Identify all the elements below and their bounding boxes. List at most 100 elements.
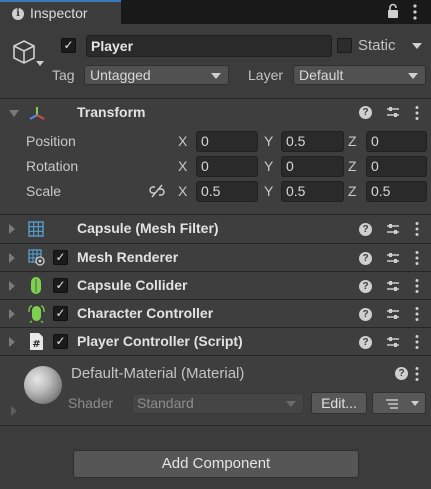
foldout-arrow-icon[interactable] <box>9 110 19 117</box>
component-mesh-renderer[interactable]: ✓ Mesh Renderer ? <box>0 243 431 271</box>
component-enabled-checkbox[interactable]: ✓ <box>53 306 68 321</box>
component-menu-icon[interactable] <box>414 105 420 121</box>
axis-z-label: Z <box>348 158 357 174</box>
component-title: Capsule Collider <box>77 277 188 293</box>
shader-value: Standard <box>137 395 194 411</box>
mesh-filter-grid-icon <box>28 221 44 237</box>
help-icon[interactable]: ? <box>359 336 372 349</box>
add-component-button[interactable]: Add Component <box>73 450 359 478</box>
component-character-controller[interactable]: ✓ Character Controller ? <box>0 299 431 327</box>
component-enabled-checkbox[interactable]: ✓ <box>53 334 68 349</box>
component-menu-icon[interactable] <box>414 221 420 237</box>
info-icon: i <box>12 8 24 20</box>
unlinked-chain-icon[interactable] <box>149 184 165 198</box>
layer-dropdown[interactable]: Default <box>293 65 426 85</box>
axis-z-label: Z <box>348 183 357 199</box>
position-label: Position <box>26 133 76 149</box>
rotation-z-field[interactable]: 0 <box>366 156 427 177</box>
mesh-renderer-icon <box>28 249 45 266</box>
material-section: Default-Material (Material) ? Shader Sta… <box>0 355 431 425</box>
component-menu-icon[interactable] <box>414 278 420 294</box>
help-icon[interactable]: ? <box>359 106 372 119</box>
edit-shader-button[interactable]: Edit... <box>311 392 367 414</box>
tag-label: Tag <box>52 67 75 83</box>
help-icon[interactable]: ? <box>359 280 372 293</box>
axis-x-label: X <box>178 133 188 149</box>
chevron-down-icon <box>411 401 419 406</box>
component-capsule-collider[interactable]: ✓ Capsule Collider ? <box>0 271 431 299</box>
component-menu-icon[interactable] <box>414 306 420 322</box>
foldout-arrow-icon[interactable] <box>9 281 15 291</box>
layer-value: Default <box>299 67 344 83</box>
presets-icon[interactable] <box>386 222 400 236</box>
axis-x-label: X <box>178 183 188 199</box>
axis-y-label: Y <box>264 133 274 149</box>
rotation-label: Rotation <box>26 158 79 174</box>
static-label: Static <box>358 37 396 54</box>
position-z-field[interactable]: 0 <box>366 131 427 152</box>
presets-icon[interactable] <box>386 307 400 321</box>
svg-text:#: # <box>32 339 40 350</box>
foldout-arrow-icon[interactable] <box>11 406 17 416</box>
tab-title: Inspector <box>30 5 88 21</box>
help-icon[interactable]: ? <box>395 367 408 380</box>
static-dropdown-arrow-icon[interactable] <box>412 43 422 49</box>
foldout-arrow-icon[interactable] <box>9 309 15 319</box>
active-checkbox[interactable]: ✓ <box>61 38 76 53</box>
component-title: Capsule (Mesh Filter) <box>77 220 219 236</box>
help-icon[interactable]: ? <box>359 308 372 321</box>
static-checkbox[interactable] <box>337 38 352 53</box>
icon-picker-arrow-icon[interactable] <box>36 61 44 66</box>
presets-icon[interactable] <box>386 279 400 293</box>
transform-header[interactable]: Transform ? <box>0 98 431 126</box>
lock-icon[interactable] <box>386 3 400 19</box>
component-enabled-checkbox[interactable]: ✓ <box>53 250 68 265</box>
foldout-arrow-icon[interactable] <box>9 337 15 347</box>
component-menu-icon[interactable] <box>414 334 420 350</box>
presets-icon[interactable] <box>386 335 400 349</box>
scale-z-field[interactable]: 0.5 <box>366 181 427 202</box>
presets-icon[interactable] <box>386 105 400 119</box>
shader-options-button[interactable] <box>372 392 426 414</box>
transform-body: Position Rotation Scale X 0 Y 0.5 Z 0 X … <box>0 126 431 218</box>
tab-inspector[interactable]: i Inspector <box>0 0 121 24</box>
foldout-arrow-icon[interactable] <box>9 224 15 234</box>
presets-icon[interactable] <box>386 251 400 265</box>
scale-y-field[interactable]: 0.5 <box>281 181 344 202</box>
csharp-script-icon: # <box>30 333 43 350</box>
scale-x-field[interactable]: 0.5 <box>196 181 258 202</box>
axis-y-label: Y <box>264 158 274 174</box>
help-icon[interactable]: ? <box>359 252 372 265</box>
scale-label: Scale <box>26 183 62 199</box>
position-y-field[interactable]: 0.5 <box>281 131 344 152</box>
material-menu-icon[interactable] <box>414 366 420 382</box>
component-enabled-checkbox[interactable]: ✓ <box>53 278 68 293</box>
material-name: Default-Material (Material) <box>71 365 245 382</box>
position-x-field[interactable]: 0 <box>196 131 258 152</box>
menu-icon[interactable] <box>408 2 422 22</box>
cube-icon <box>13 40 35 64</box>
rotation-y-field[interactable]: 0 <box>281 156 344 177</box>
component-mesh-filter[interactable]: Capsule (Mesh Filter) ? <box>0 214 431 243</box>
help-icon[interactable]: ? <box>359 223 372 236</box>
component-title: Player Controller (Script) <box>77 333 243 349</box>
component-player-controller-script[interactable]: # ✓ Player Controller (Script) ? <box>0 327 431 355</box>
component-title: Character Controller <box>77 305 214 321</box>
axis-y-label: Y <box>264 183 274 199</box>
component-menu-icon[interactable] <box>414 250 420 266</box>
chevron-down-icon <box>408 73 418 79</box>
shader-dropdown[interactable]: Standard <box>132 393 304 414</box>
list-icon <box>386 399 398 409</box>
transform-title: Transform <box>77 104 146 120</box>
rotation-x-field[interactable]: 0 <box>196 156 258 177</box>
material-preview-sphere[interactable] <box>24 366 62 404</box>
foldout-arrow-icon[interactable] <box>9 253 15 263</box>
component-title: Mesh Renderer <box>77 249 179 265</box>
tag-value: Untagged <box>90 67 151 83</box>
gameobject-name-field[interactable]: Player <box>86 35 332 57</box>
tag-dropdown[interactable]: Untagged <box>84 65 229 85</box>
chevron-down-icon <box>211 73 221 79</box>
chevron-down-icon <box>286 401 296 407</box>
axis-x-label: X <box>178 158 188 174</box>
axis-z-label: Z <box>348 133 357 149</box>
